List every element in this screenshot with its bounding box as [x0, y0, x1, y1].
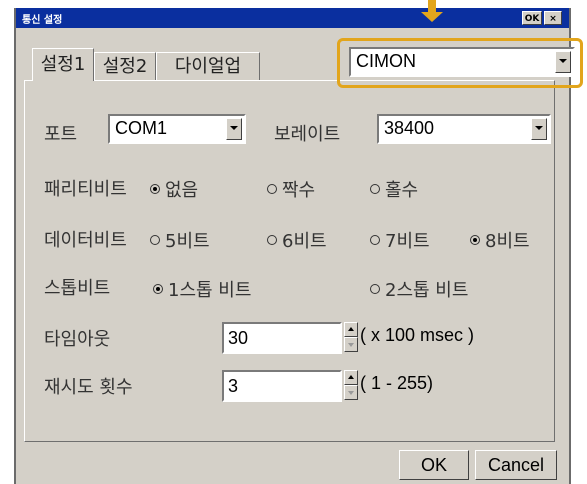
timeout-spinner[interactable]	[344, 322, 358, 352]
timeout-label: 타임아웃	[44, 329, 111, 350]
titlebar-ok-button[interactable]: OK	[522, 11, 542, 25]
databits-5-label: 5비트	[165, 231, 210, 252]
databits-8-radio[interactable]: 8비트	[470, 227, 530, 253]
parity-even-label: 짝수	[282, 180, 316, 201]
baud-label: 보레이트	[274, 124, 341, 145]
spin-up-icon[interactable]	[344, 370, 358, 385]
stopbits-2-radio[interactable]: 2스톱 비트	[370, 276, 468, 302]
parity-even-radio[interactable]: 짝수	[267, 176, 315, 202]
parity-label: 패리티비트	[44, 179, 127, 200]
retry-input[interactable]: 3	[222, 370, 342, 402]
databits-label: 데이터비트	[44, 230, 127, 251]
radio-icon	[267, 184, 277, 194]
port-label: 포트	[44, 124, 78, 145]
retry-range: ( 1 - 255)	[360, 373, 434, 393]
databits-7-label: 7비트	[385, 231, 430, 252]
parity-none-label: 없음	[165, 180, 199, 201]
chevron-down-icon[interactable]	[226, 118, 242, 140]
tab-dialup[interactable]: 다이얼업	[156, 52, 260, 80]
annotation-arrowhead-icon	[421, 12, 443, 22]
retry-label: 재시도 횟수	[44, 377, 133, 398]
parity-odd-radio[interactable]: 홀수	[370, 176, 418, 202]
radio-icon	[267, 235, 277, 245]
parity-none-radio[interactable]: 없음	[150, 176, 198, 202]
stopbits-2-label: 2스톱 비트	[385, 280, 469, 301]
radio-icon	[370, 184, 380, 194]
timeout-unit: ( x 100 msec )	[360, 325, 475, 345]
chevron-down-icon[interactable]	[531, 118, 547, 140]
spin-up-icon[interactable]	[344, 322, 358, 337]
window-title: 통신 설정	[22, 15, 63, 26]
spin-down-icon[interactable]	[344, 337, 358, 352]
radio-icon	[470, 235, 480, 245]
radio-icon	[150, 235, 160, 245]
port-value: COM1	[115, 118, 168, 138]
annotation-arrow-icon	[428, 0, 436, 12]
databits-7-radio[interactable]: 7비트	[370, 227, 430, 253]
chevron-down-icon[interactable]	[555, 51, 571, 73]
radio-icon	[153, 284, 163, 294]
databits-5-radio[interactable]: 5비트	[150, 227, 210, 253]
radio-icon	[150, 184, 160, 194]
spin-down-icon[interactable]	[344, 385, 358, 400]
ok-button[interactable]: OK	[399, 450, 469, 480]
stopbits-label: 스톱비트	[44, 278, 111, 299]
device-select-value: CIMON	[356, 51, 416, 71]
close-icon[interactable]: ×	[544, 11, 562, 25]
device-select[interactable]: CIMON	[349, 47, 575, 77]
cancel-button[interactable]: Cancel	[475, 450, 557, 480]
baud-select[interactable]: 38400	[377, 114, 551, 144]
stopbits-1-label: 1스톱 비트	[168, 280, 252, 301]
databits-6-label: 6비트	[282, 231, 327, 252]
tab-settings1[interactable]: 설정1	[32, 48, 94, 81]
parity-odd-label: 홀수	[385, 180, 419, 201]
tab-settings2[interactable]: 설정2	[94, 52, 156, 80]
title-bar[interactable]: 통신 설정 OK ×	[16, 8, 569, 28]
timeout-input[interactable]: 30	[222, 322, 342, 354]
stopbits-1-radio[interactable]: 1스톱 비트	[153, 276, 251, 302]
port-select[interactable]: COM1	[108, 114, 246, 144]
radio-icon	[370, 235, 380, 245]
radio-icon	[370, 284, 380, 294]
baud-value: 38400	[384, 118, 435, 138]
databits-8-label: 8비트	[485, 231, 530, 252]
databits-6-radio[interactable]: 6비트	[267, 227, 327, 253]
retry-spinner[interactable]	[344, 370, 358, 400]
